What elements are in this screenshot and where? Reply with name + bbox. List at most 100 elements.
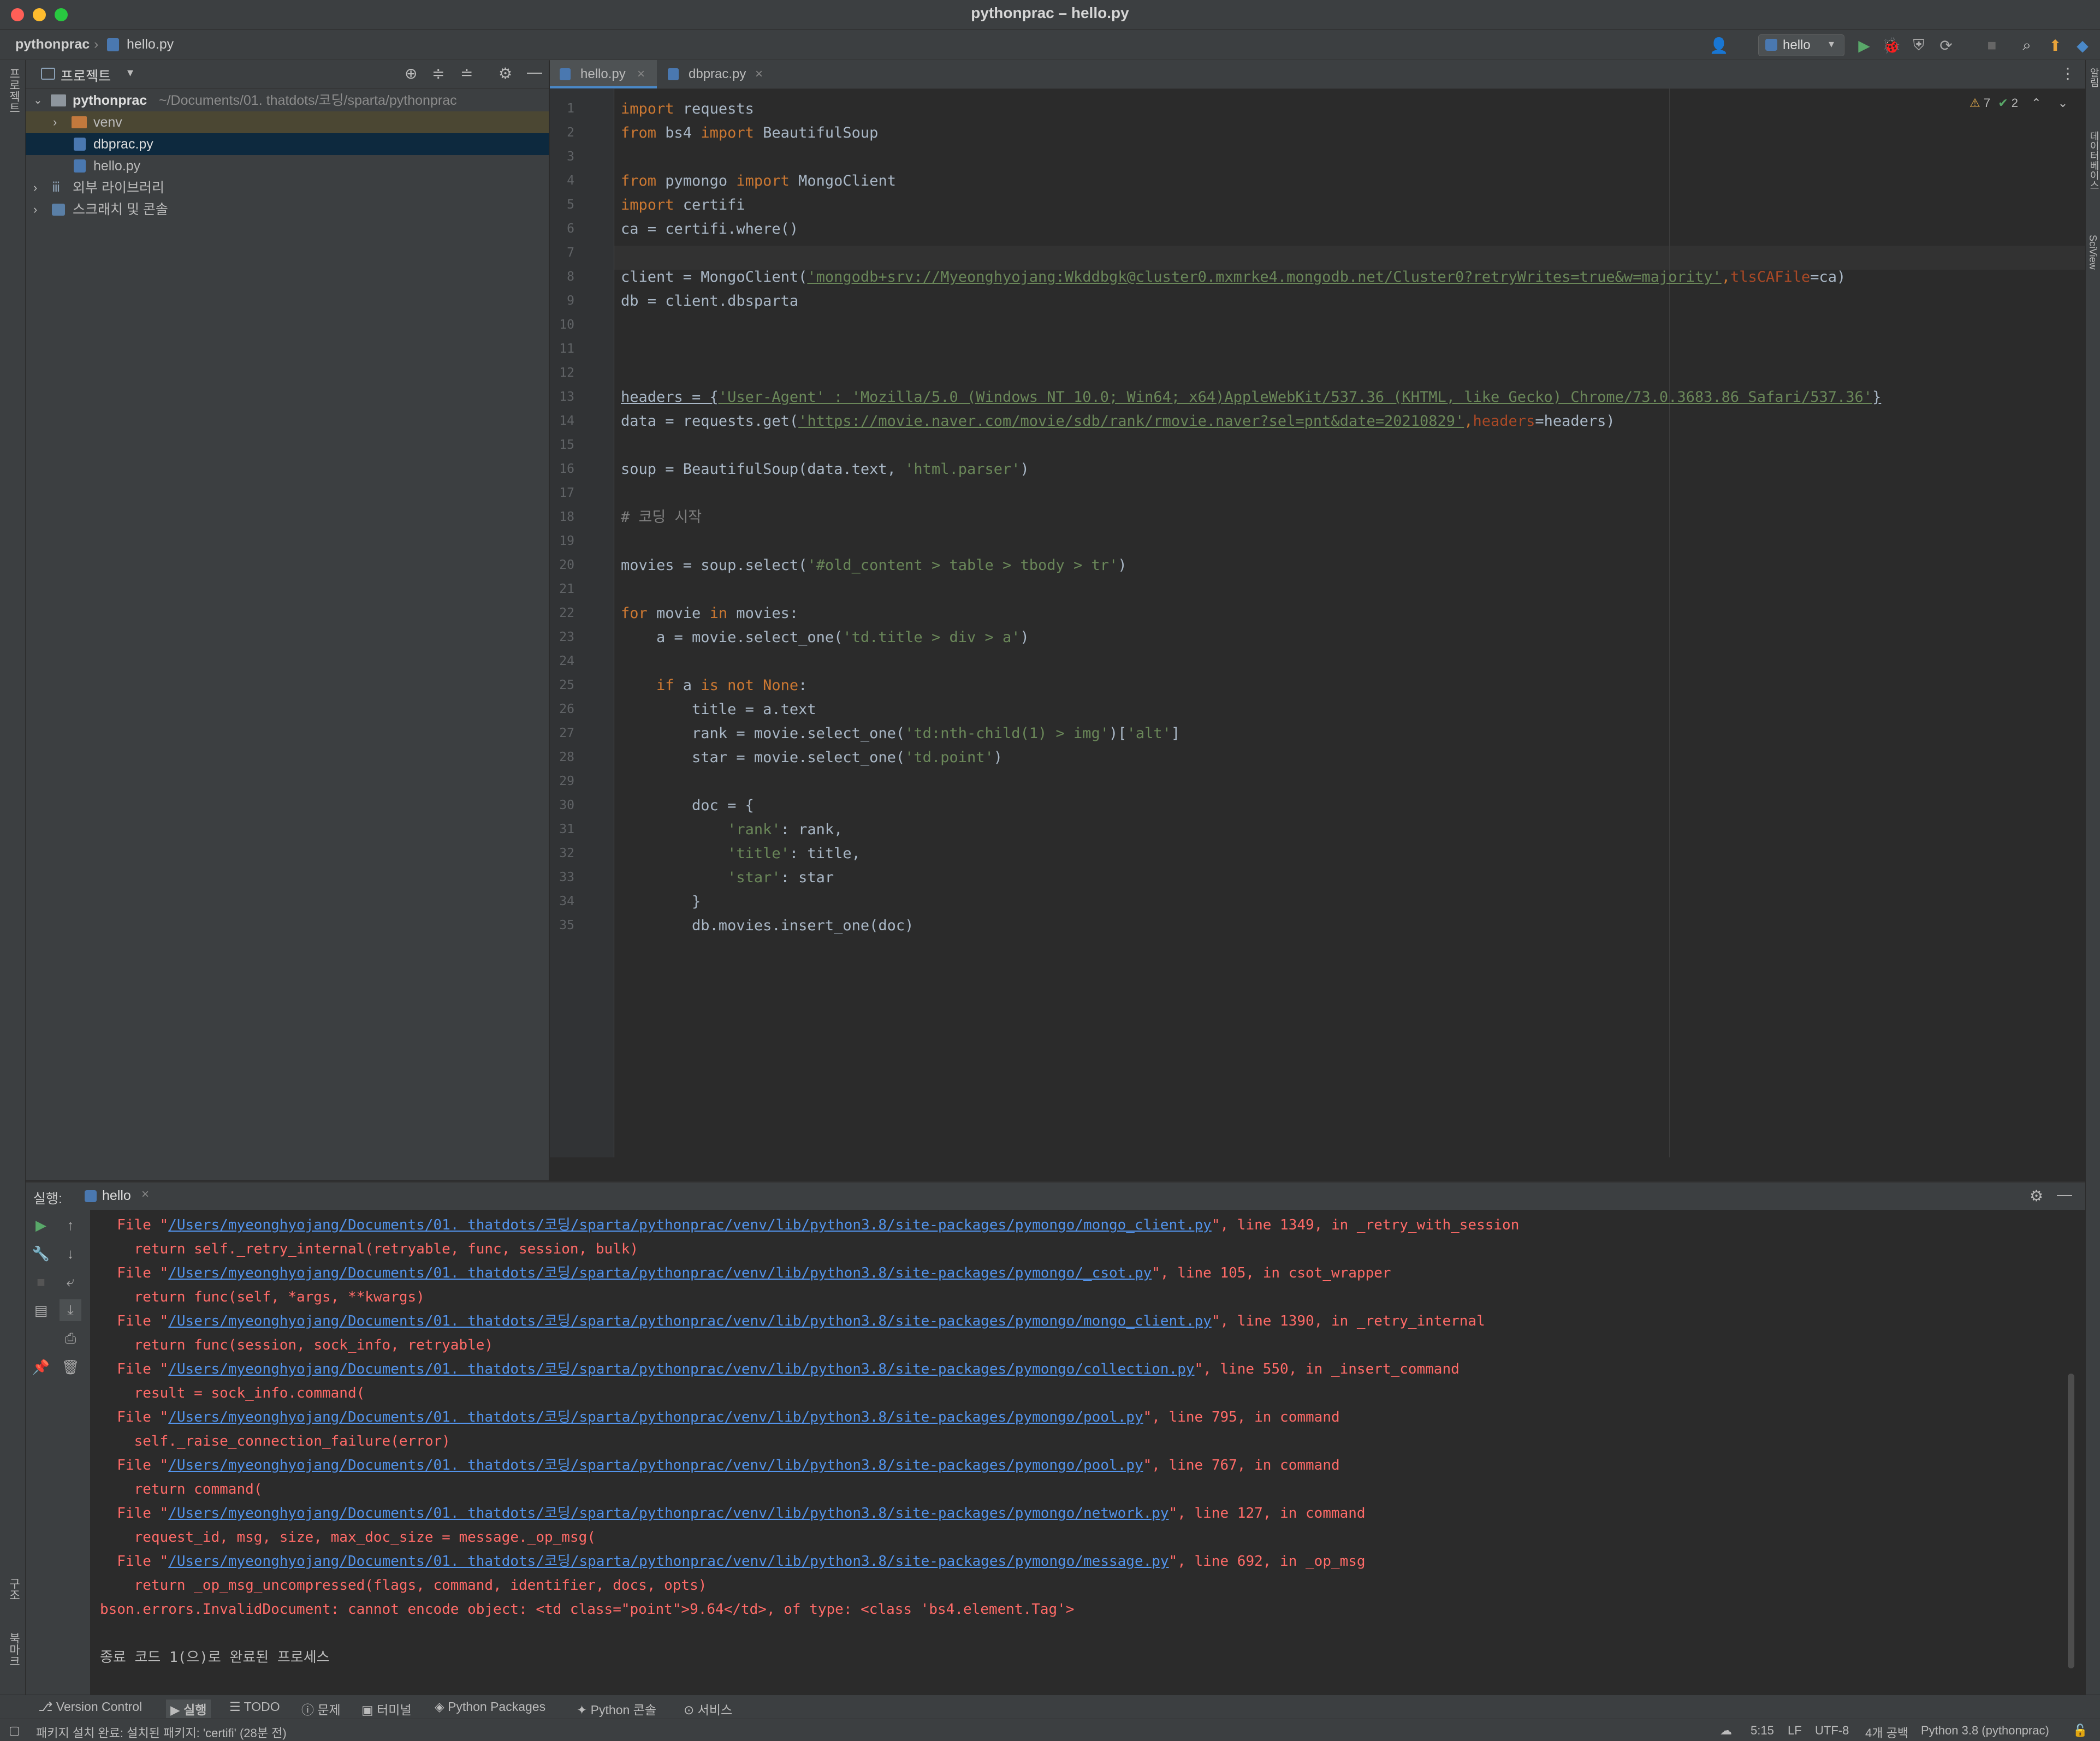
console-file-link[interactable]: /Users/myeonghyojang/Documents/01. thatd… — [168, 1553, 1168, 1570]
network-icon[interactable]: ☁ — [1720, 1724, 1732, 1738]
tab-dbprac-py[interactable]: dbprac.py × — [658, 60, 793, 88]
code-line-1[interactable]: import requests — [621, 97, 754, 121]
scroll-to-end-icon[interactable]: ⤓ — [60, 1299, 81, 1321]
code-line-6[interactable]: ca = certifi.where() — [621, 217, 798, 241]
code-line-28[interactable]: star = movie.select_one('td.point') — [621, 746, 1002, 770]
search-icon[interactable]: ⌕ — [2017, 35, 2037, 55]
project-tool-window-label[interactable]: 프로젝트 — [5, 68, 22, 114]
database-tool-window-label[interactable]: 데이터베이스 — [2087, 131, 2100, 190]
lock-icon[interactable]: 🔓 — [2073, 1724, 2087, 1738]
console-file-link[interactable]: /Users/myeonghyojang/Documents/01. thatd… — [168, 1505, 1168, 1522]
arrow-down-icon[interactable]: ↓ — [60, 1243, 81, 1264]
code-line-27[interactable]: rank = movie.select_one('td:nth-child(1)… — [621, 722, 1180, 746]
inspection-widget[interactable]: ⚠ 7 ✔ 2 ⌃ ⌄ — [1970, 96, 2068, 110]
more-options-icon[interactable]: ⋮ — [2060, 64, 2075, 82]
close-icon[interactable]: × — [141, 1187, 149, 1202]
code-line-4[interactable]: from pymongo import MongoClient — [621, 169, 896, 193]
code-line-14[interactable]: data = requests.get('https://movie.naver… — [621, 409, 1615, 433]
console-file-link[interactable]: /Users/myeonghyojang/Documents/01. thatd… — [168, 1361, 1194, 1377]
profile-icon[interactable]: ⟳ — [1936, 35, 1956, 55]
code-line-26[interactable]: title = a.text — [621, 698, 816, 722]
code-line-8[interactable]: client = MongoClient('mongodb+srv://Myeo… — [621, 265, 1846, 289]
pin-icon[interactable]: 📌 — [30, 1356, 52, 1378]
code-line-23[interactable]: a = movie.select_one('td.title > div > a… — [621, 626, 1029, 650]
code-line-13[interactable]: headers = {'User-Agent' : 'Mozilla/5.0 (… — [621, 385, 1881, 409]
chevron-up-icon[interactable]: ⌃ — [2031, 96, 2041, 110]
console-file-link[interactable]: /Users/myeonghyojang/Documents/01. thatd… — [168, 1265, 1152, 1281]
tool-problems[interactable]: ⓘ 문제 — [301, 1700, 341, 1718]
code-line-30[interactable]: doc = { — [621, 794, 754, 818]
notifications-tool-window-label[interactable]: 알림 — [2087, 68, 2100, 87]
console-file-link[interactable]: /Users/myeonghyojang/Documents/01. thatd… — [168, 1457, 1143, 1473]
tree-item-venv[interactable]: › venv — [26, 111, 549, 133]
chevron-down-icon[interactable]: ▾ — [127, 66, 133, 80]
project-panel-title[interactable]: 프로젝트 — [61, 66, 111, 85]
gear-icon[interactable]: ⚙ — [2030, 1187, 2043, 1205]
breadcrumb-project[interactable]: pythonprac — [15, 37, 90, 52]
code-line-16[interactable]: soup = BeautifulSoup(data.text, 'html.pa… — [621, 457, 1029, 482]
tool-todo[interactable]: ☰ TODO — [229, 1700, 280, 1714]
code-line-32[interactable]: 'title': title, — [621, 842, 861, 866]
console-file-link[interactable]: /Users/myeonghyojang/Documents/01. thatd… — [168, 1313, 1212, 1329]
console-scrollbar[interactable] — [2068, 1374, 2074, 1668]
collapse-all-icon[interactable]: ≐ — [460, 64, 473, 82]
tool-python-console[interactable]: ✦ Python 콘솔 — [577, 1700, 656, 1718]
code-line-20[interactable]: movies = soup.select('#old_content > tab… — [621, 554, 1127, 578]
tool-run[interactable]: ▶ 실행 — [166, 1700, 211, 1718]
run-icon[interactable]: ▶ — [1854, 35, 1874, 55]
wrench-icon[interactable]: 🔧 — [30, 1243, 52, 1264]
run-tab-hello[interactable]: hello × — [80, 1183, 189, 1210]
arrow-up-icon[interactable]: ↑ — [60, 1214, 81, 1236]
update-icon[interactable]: ⬆ — [2045, 35, 2065, 55]
code-line-18[interactable]: # 코딩 시작 — [621, 506, 702, 530]
tool-services[interactable]: ⊙ 서비스 — [684, 1700, 732, 1718]
tree-item-scratches[interactable]: › 스크래치 및 콘솔 — [26, 199, 549, 221]
hide-panel-icon[interactable]: — — [527, 63, 542, 81]
plugin-icon[interactable]: ◆ — [2073, 35, 2092, 55]
structure-tool-window-label[interactable]: 구조 — [5, 1578, 22, 1601]
python-interpreter[interactable]: Python 3.8 (pythonprac) — [1921, 1724, 2049, 1738]
indent-setting[interactable]: 4개 공백 — [1865, 1724, 1908, 1741]
code-line-5[interactable]: import certifi — [621, 193, 745, 217]
coverage-icon[interactable]: ⛨ — [1909, 35, 1929, 55]
tree-item-hello[interactable]: hello.py — [26, 155, 549, 177]
tree-item-root[interactable]: ⌄ pythonprac ~/Documents/01. thatdots/코딩… — [26, 90, 549, 111]
code-line-35[interactable]: db.movies.insert_one(doc) — [621, 914, 913, 938]
status-layout-icon[interactable]: ▢ — [9, 1724, 20, 1738]
file-encoding[interactable]: UTF-8 — [1815, 1724, 1849, 1738]
rerun-icon[interactable]: ▶ — [30, 1214, 52, 1236]
breadcrumb-file[interactable]: hello.py — [127, 37, 174, 52]
code-line-34[interactable]: } — [621, 890, 701, 914]
trash-icon[interactable]: 🗑 — [60, 1356, 81, 1378]
vcs-user-icon[interactable]: 👤 — [1709, 35, 1729, 55]
tool-python-packages[interactable]: ◈ Python Packages — [435, 1700, 545, 1714]
run-config-selector[interactable]: hello ▾ — [1758, 34, 1844, 56]
tool-version-control[interactable]: ⎇ Version Control — [38, 1700, 142, 1714]
console-file-link[interactable]: /Users/myeonghyojang/Documents/01. thatd… — [168, 1409, 1143, 1425]
status-message[interactable]: 패키지 설치 완료: 설치된 패키지: 'certifi' (28분 전) — [36, 1724, 287, 1741]
debug-icon[interactable]: 🐞 — [1882, 35, 1901, 55]
line-separator[interactable]: LF — [1788, 1724, 1802, 1738]
hide-panel-icon[interactable]: — — [2057, 1186, 2072, 1203]
chevron-down-icon[interactable]: ⌄ — [2058, 96, 2068, 110]
code-line-2[interactable]: from bs4 import BeautifulSoup — [621, 121, 878, 145]
tab-hello-py[interactable]: hello.py × — [550, 60, 657, 88]
expand-all-icon[interactable]: ≑ — [432, 64, 444, 82]
gear-icon[interactable]: ⚙ — [499, 64, 512, 82]
bookmarks-tool-window-label[interactable]: 북마크 — [5, 1632, 22, 1667]
code-line-9[interactable]: db = client.dbsparta — [621, 289, 798, 313]
tool-terminal[interactable]: ▣ 터미널 — [361, 1700, 412, 1718]
layout-icon[interactable]: ▤ — [30, 1299, 52, 1321]
sciview-tool-window-label[interactable]: SciView — [2087, 235, 2098, 270]
console-file-link[interactable]: /Users/myeonghyojang/Documents/01. thatd… — [168, 1217, 1212, 1233]
code-line-33[interactable]: 'star': star — [621, 866, 834, 890]
stop-icon[interactable]: ■ — [1982, 35, 2002, 55]
cursor-position[interactable]: 5:15 — [1751, 1724, 1774, 1738]
stop-icon[interactable]: ■ — [30, 1271, 52, 1293]
code-line-25[interactable]: if a is not None: — [621, 674, 807, 698]
print-icon[interactable]: ⎙ — [60, 1328, 81, 1350]
tree-item-external-libraries[interactable]: › ⅲ 외부 라이브러리 — [26, 177, 549, 199]
code-line-22[interactable]: for movie in movies: — [621, 602, 798, 626]
code-line-31[interactable]: 'rank': rank, — [621, 818, 843, 842]
locate-file-icon[interactable]: ⊕ — [405, 64, 417, 82]
